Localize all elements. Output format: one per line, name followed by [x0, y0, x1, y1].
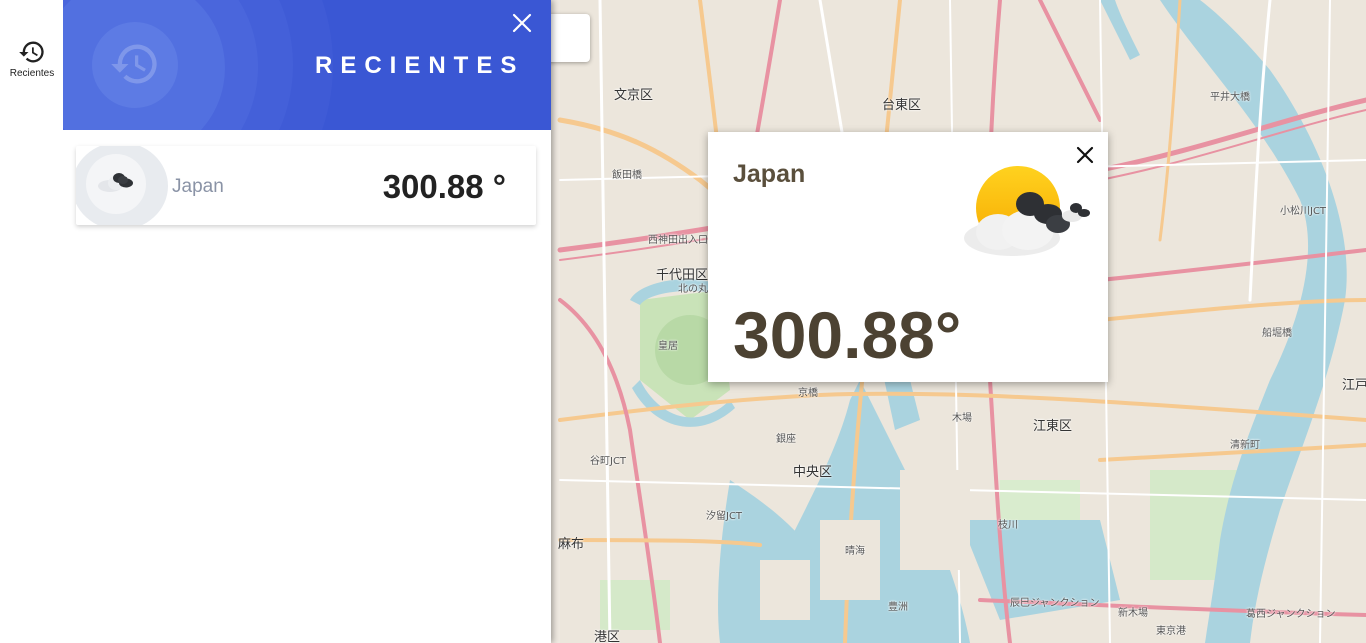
history-icon [111, 44, 157, 84]
recent-panel-title: RECIENTES [315, 52, 525, 79]
history-icon [19, 41, 44, 63]
recent-item-temperature: 300.88 ° [382, 168, 506, 205]
map-label: 京橋 [798, 388, 818, 399]
map-label: 中央区 [793, 465, 833, 480]
map-label: 麻布 [558, 537, 585, 552]
map-label: 平井大橋 [1210, 92, 1250, 103]
recent-item-name: Japan [172, 176, 224, 197]
map-label: 東京港 [1156, 626, 1186, 637]
map-label: 銀座 [776, 434, 796, 445]
map-label: 江戸 [1342, 378, 1366, 393]
recent-panel: RECIENTES Japan 300.88 ° [63, 0, 551, 643]
map-label: 木場 [952, 413, 972, 424]
map-label: 葛西ジャンクション [1246, 609, 1336, 620]
weather-popup: Japan 300.88° [708, 132, 1108, 382]
map-label: 小松川JCT [1280, 206, 1327, 217]
rail-recent-button[interactable]: Recientes [2, 38, 62, 84]
map-label: 西神田出入口 [648, 235, 708, 246]
broken-clouds-icon [98, 173, 133, 192]
map-label: 汐留JCT [706, 511, 743, 522]
map-label: 豊洲 [888, 602, 908, 613]
map-label: 船堀橋 [1262, 328, 1292, 339]
popup-location-name: Japan [733, 160, 806, 188]
map-label: 清新町 [1230, 440, 1260, 451]
map-label: 谷町JCT [590, 456, 627, 467]
map-label: 北の丸 [678, 284, 708, 295]
map-label: 台東区 [882, 98, 922, 113]
popup-temperature: 300.88° [733, 298, 962, 372]
recent-list-item[interactable]: Japan 300.88 ° [76, 146, 536, 225]
rail-recent-label: Recientes [9, 68, 55, 79]
recent-panel-header: RECIENTES [63, 0, 551, 130]
map-label: 港区 [594, 630, 621, 643]
left-rail: Recientes [0, 0, 63, 643]
map-label: 新木場 [1118, 608, 1148, 619]
map-label: 枝川 [998, 520, 1018, 531]
map-label: 晴海 [845, 546, 865, 557]
map-label: 皇居 [658, 341, 678, 352]
close-icon[interactable] [511, 12, 533, 34]
partly-cloudy-icon [964, 166, 1090, 256]
map-label: 江東区 [1033, 419, 1073, 434]
map-label: 辰巳ジャンクション [1010, 598, 1100, 609]
map-label: 飯田橋 [612, 170, 642, 181]
map-label: 文京区 [614, 88, 654, 103]
